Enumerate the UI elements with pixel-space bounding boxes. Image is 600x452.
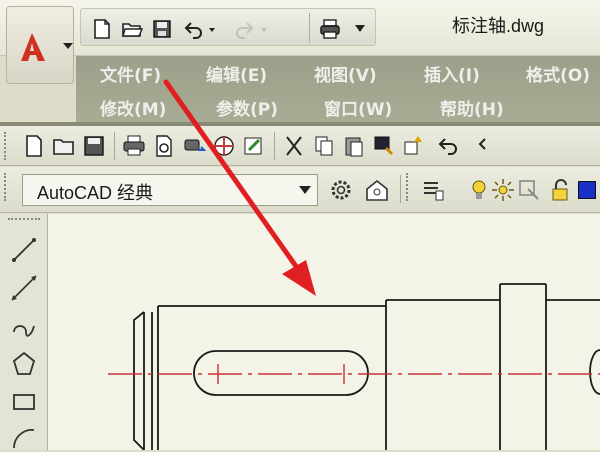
- polygon-icon[interactable]: [10, 350, 38, 378]
- arc-icon[interactable]: [10, 424, 38, 452]
- workspace-select[interactable]: AutoCAD 经典: [22, 174, 318, 206]
- menu-file[interactable]: 文件(F): [100, 61, 161, 86]
- 3d-dwf-icon[interactable]: [212, 134, 236, 158]
- block-editor-icon[interactable]: [402, 134, 426, 158]
- standard-toolbar: [0, 126, 600, 166]
- new-file-icon[interactable]: [91, 18, 113, 40]
- copy-icon[interactable]: [312, 134, 336, 158]
- drawing-canvas[interactable]: [48, 214, 600, 450]
- undo-icon[interactable]: [436, 134, 460, 158]
- workspace-settings-icon[interactable]: [364, 177, 390, 203]
- lock-icon[interactable]: [548, 177, 574, 203]
- polyline-icon[interactable]: [10, 312, 38, 340]
- rectangle-icon[interactable]: [10, 388, 38, 416]
- redo-icon[interactable]: [233, 18, 255, 40]
- print-icon[interactable]: [319, 18, 341, 40]
- menu-format[interactable]: 格式(O): [526, 61, 590, 86]
- menu-edit[interactable]: 编辑(E): [206, 61, 267, 86]
- shaft-drawing: [108, 283, 600, 450]
- toolbar-separator: [114, 132, 115, 160]
- workspace-toolbar: AutoCAD 经典: [0, 167, 600, 213]
- toolbar-grip[interactable]: [406, 173, 410, 201]
- draw-toolbar: [0, 214, 48, 450]
- undo-dropdown-arrow[interactable]: [209, 28, 215, 32]
- save-icon[interactable]: [82, 134, 106, 158]
- menu-parameters[interactable]: 参数(P): [216, 95, 278, 120]
- open-folder-icon[interactable]: [52, 134, 76, 158]
- layer-properties-icon[interactable]: [420, 177, 446, 203]
- quick-access-toolbar: [80, 8, 376, 46]
- print-icon[interactable]: [122, 134, 146, 158]
- qat-separator: [309, 13, 310, 43]
- redo-dropdown-arrow[interactable]: [261, 28, 267, 32]
- menu-insert[interactable]: 插入(I): [424, 61, 480, 86]
- menu-view[interactable]: 视图(V): [314, 61, 377, 86]
- application-button[interactable]: [6, 6, 74, 84]
- new-file-icon[interactable]: [22, 134, 46, 158]
- construction-line-icon[interactable]: [10, 274, 38, 302]
- menu-window[interactable]: 窗口(W): [324, 95, 392, 120]
- match-properties-icon[interactable]: [372, 134, 396, 158]
- open-folder-icon[interactable]: [121, 18, 143, 40]
- undo-icon[interactable]: [476, 134, 500, 158]
- layer-color-swatch[interactable]: [578, 181, 596, 199]
- menu-bar: 文件(F) 编辑(E) 视图(V) 插入(I) 格式(O) 修改(M) 参数(P…: [76, 56, 600, 122]
- freeze-viewport-icon[interactable]: [516, 177, 542, 203]
- toolbar-grip[interactable]: [4, 132, 8, 160]
- print-preview-icon[interactable]: [152, 134, 176, 158]
- cut-icon[interactable]: [282, 134, 306, 158]
- toolbar-grip[interactable]: [4, 173, 8, 201]
- menu-modify[interactable]: 修改(M): [100, 95, 166, 120]
- lightbulb-icon[interactable]: [466, 177, 492, 203]
- workspace-select-value: AutoCAD 经典: [37, 183, 154, 203]
- qat-customize-arrow[interactable]: [355, 25, 365, 32]
- window-title: 标注轴.dwg: [452, 16, 545, 36]
- chevron-down-icon: [299, 186, 311, 194]
- line-icon[interactable]: [10, 236, 38, 264]
- menu-help[interactable]: 帮助(H): [440, 95, 504, 120]
- app-menu-arrow: [63, 43, 73, 49]
- title-bar: 标注轴.dwg: [0, 0, 600, 56]
- publish-icon[interactable]: [182, 134, 206, 158]
- plot-style-icon[interactable]: [242, 134, 266, 158]
- autocad-logo-icon: [21, 33, 45, 61]
- gear-icon[interactable]: [328, 177, 354, 203]
- undo-icon[interactable]: [183, 18, 205, 40]
- toolbar-separator: [274, 132, 275, 160]
- sun-icon[interactable]: [490, 177, 516, 203]
- save-icon[interactable]: [151, 18, 173, 40]
- toolbar-separator: [400, 175, 401, 203]
- toolbar-grip[interactable]: [8, 218, 40, 222]
- paste-icon[interactable]: [342, 134, 366, 158]
